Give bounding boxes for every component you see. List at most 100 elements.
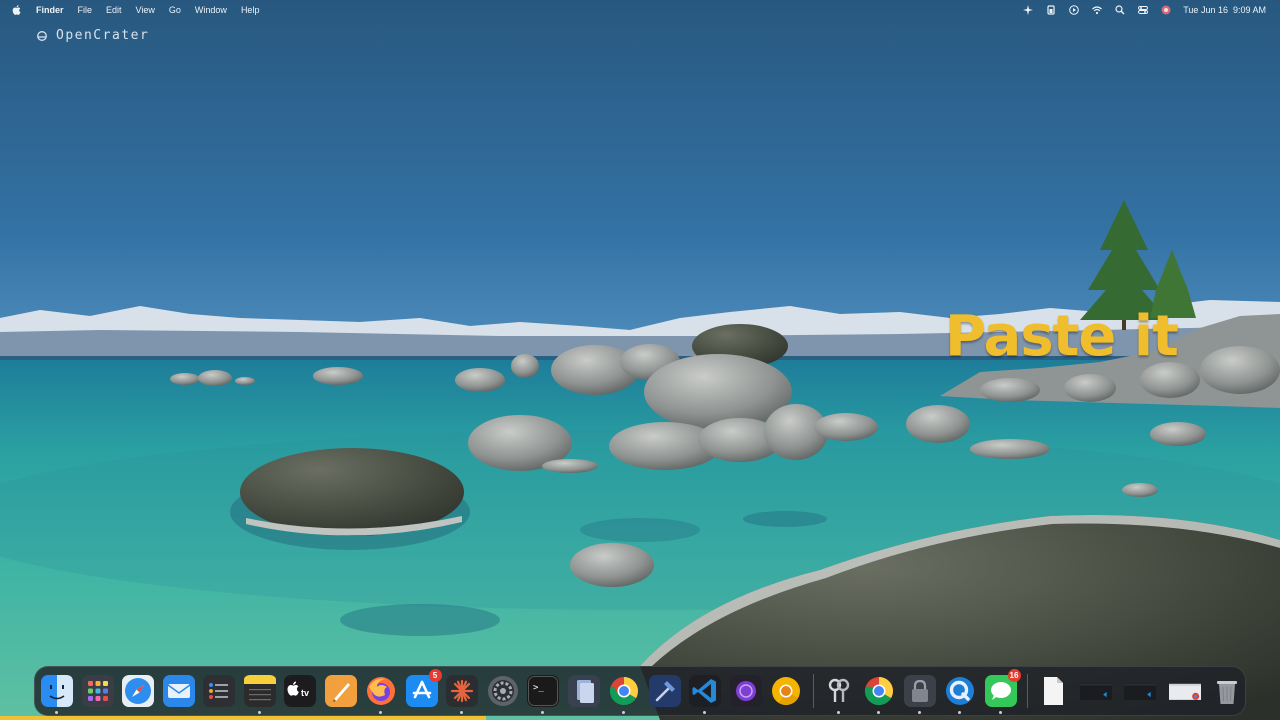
dock-separator — [812, 674, 814, 708]
hammer-icon — [648, 675, 681, 707]
vscode-icon — [689, 675, 721, 707]
menu-bar: Finder File Edit View Go Window Help Tue — [0, 0, 1280, 20]
reminders-icon — [203, 675, 235, 707]
terminal-prompt-label: >_ — [533, 683, 544, 693]
dock-tor-browser[interactable] — [729, 675, 762, 707]
running-indicator — [55, 711, 58, 714]
menu-go[interactable]: Go — [169, 5, 181, 15]
terminal-icon: >_ — [527, 675, 559, 707]
menu-help[interactable]: Help — [241, 5, 260, 15]
menu-edit[interactable]: Edit — [106, 5, 122, 15]
apple-menu-icon[interactable] — [12, 5, 21, 15]
purple-circle-icon — [729, 675, 762, 707]
dock-pages[interactable] — [324, 675, 357, 707]
dock-document-viewer[interactable] — [567, 675, 600, 707]
control-center-icon[interactable] — [1137, 4, 1149, 16]
sparkle-icon[interactable] — [1022, 4, 1034, 16]
running-indicator — [877, 711, 880, 714]
running-indicator — [257, 711, 261, 714]
app-store-badge: 5 — [428, 669, 442, 682]
dock-gpg-keychain[interactable] — [903, 675, 936, 714]
chrome-icon — [772, 677, 800, 705]
search-icon[interactable] — [1114, 4, 1126, 16]
chrome-icon — [609, 677, 638, 705]
play-icon[interactable] — [1068, 4, 1080, 16]
dock-vscode[interactable] — [689, 675, 721, 714]
messages-badge: 16 — [1007, 669, 1021, 682]
dock-minimized-window-1[interactable] — [1078, 675, 1114, 707]
clock-time: 9:09 AM — [1232, 5, 1266, 15]
gear-icon — [487, 676, 518, 706]
file-icon — [1044, 677, 1063, 705]
running-indicator — [917, 711, 921, 714]
user-icon[interactable] — [1160, 4, 1172, 16]
menu-window[interactable]: Window — [195, 5, 227, 15]
dock: tv 5 >_ 16 — [34, 666, 1246, 716]
firefox-icon — [367, 677, 395, 705]
dock-apple-tv[interactable]: tv — [284, 675, 316, 707]
dock-minimized-window-3[interactable] — [1167, 675, 1203, 707]
running-indicator — [703, 711, 706, 714]
dock-trash[interactable] — [1211, 675, 1243, 707]
quicktime-icon — [946, 677, 974, 705]
dock-reminders[interactable] — [203, 675, 235, 707]
dock-launchpad[interactable] — [81, 675, 114, 707]
dock-app-store[interactable]: 5 — [405, 669, 442, 707]
menu-bar-clock[interactable]: Tue Jun 16 9:09 AM — [1183, 5, 1266, 15]
mail-icon — [162, 675, 195, 707]
menu-view[interactable]: View — [136, 5, 155, 15]
window-thumbnail-icon — [1124, 683, 1156, 700]
window-thumbnail-icon — [1168, 683, 1201, 700]
running-indicator — [541, 711, 544, 714]
apple-tv-label: tv — [301, 688, 309, 698]
clock-date: Tue Jun 16 — [1183, 5, 1228, 15]
notes-icon — [243, 675, 276, 707]
video-caption: Paste it — [945, 304, 1179, 369]
dock-chrome[interactable] — [608, 675, 640, 714]
document-icon — [567, 675, 600, 707]
dock-mail[interactable] — [162, 675, 195, 707]
brand-name: OpenCrater — [56, 28, 150, 43]
safari-icon — [122, 675, 154, 707]
apple-tv-icon: tv — [284, 675, 316, 707]
sunburst-icon — [446, 675, 478, 707]
running-indicator — [622, 711, 625, 714]
dock-minimized-window-2[interactable] — [1122, 675, 1158, 707]
dock-safari[interactable] — [122, 675, 154, 707]
dock-claude[interactable] — [446, 675, 478, 714]
finder-icon — [41, 675, 73, 707]
chrome-icon — [864, 677, 893, 706]
running-indicator — [998, 711, 1002, 714]
pages-icon — [324, 675, 357, 707]
crater-logo-icon — [37, 30, 47, 41]
window-thumbnail-icon — [1079, 683, 1112, 700]
running-indicator — [836, 711, 840, 714]
running-indicator — [460, 711, 463, 714]
dock-notes[interactable] — [243, 675, 276, 714]
dock-keychain[interactable] — [823, 675, 855, 714]
dock-messages[interactable]: 16 — [984, 669, 1021, 714]
menu-bar-left: Finder File Edit View Go Window Help — [0, 0, 273, 20]
dock-chrome-alt[interactable] — [863, 675, 895, 714]
dock-xcode[interactable] — [648, 675, 681, 707]
dock-system-settings[interactable] — [487, 675, 519, 707]
dock-separator — [1027, 674, 1028, 708]
dock-finder[interactable] — [41, 675, 73, 714]
lock-icon — [903, 675, 936, 707]
battery-icon[interactable] — [1045, 4, 1057, 16]
keys-icon — [828, 678, 849, 702]
dock-file-document[interactable] — [1037, 675, 1069, 707]
running-indicator — [958, 711, 961, 714]
launchpad-icon — [81, 675, 114, 707]
running-indicator — [379, 711, 382, 714]
opencrater-watermark: OpenCrater — [37, 28, 149, 43]
menu-file[interactable]: File — [78, 5, 93, 15]
menu-bar-right: Tue Jun 16 9:09 AM — [1011, 0, 1280, 20]
dock-firefox[interactable] — [365, 675, 397, 714]
menu-app-name[interactable]: Finder — [36, 5, 64, 15]
wifi-icon[interactable] — [1091, 4, 1103, 16]
video-progress-bar — [0, 716, 486, 720]
dock-chrome-canary[interactable] — [770, 675, 802, 707]
dock-terminal[interactable]: >_ — [527, 675, 559, 714]
dock-quicktime[interactable] — [944, 675, 976, 714]
